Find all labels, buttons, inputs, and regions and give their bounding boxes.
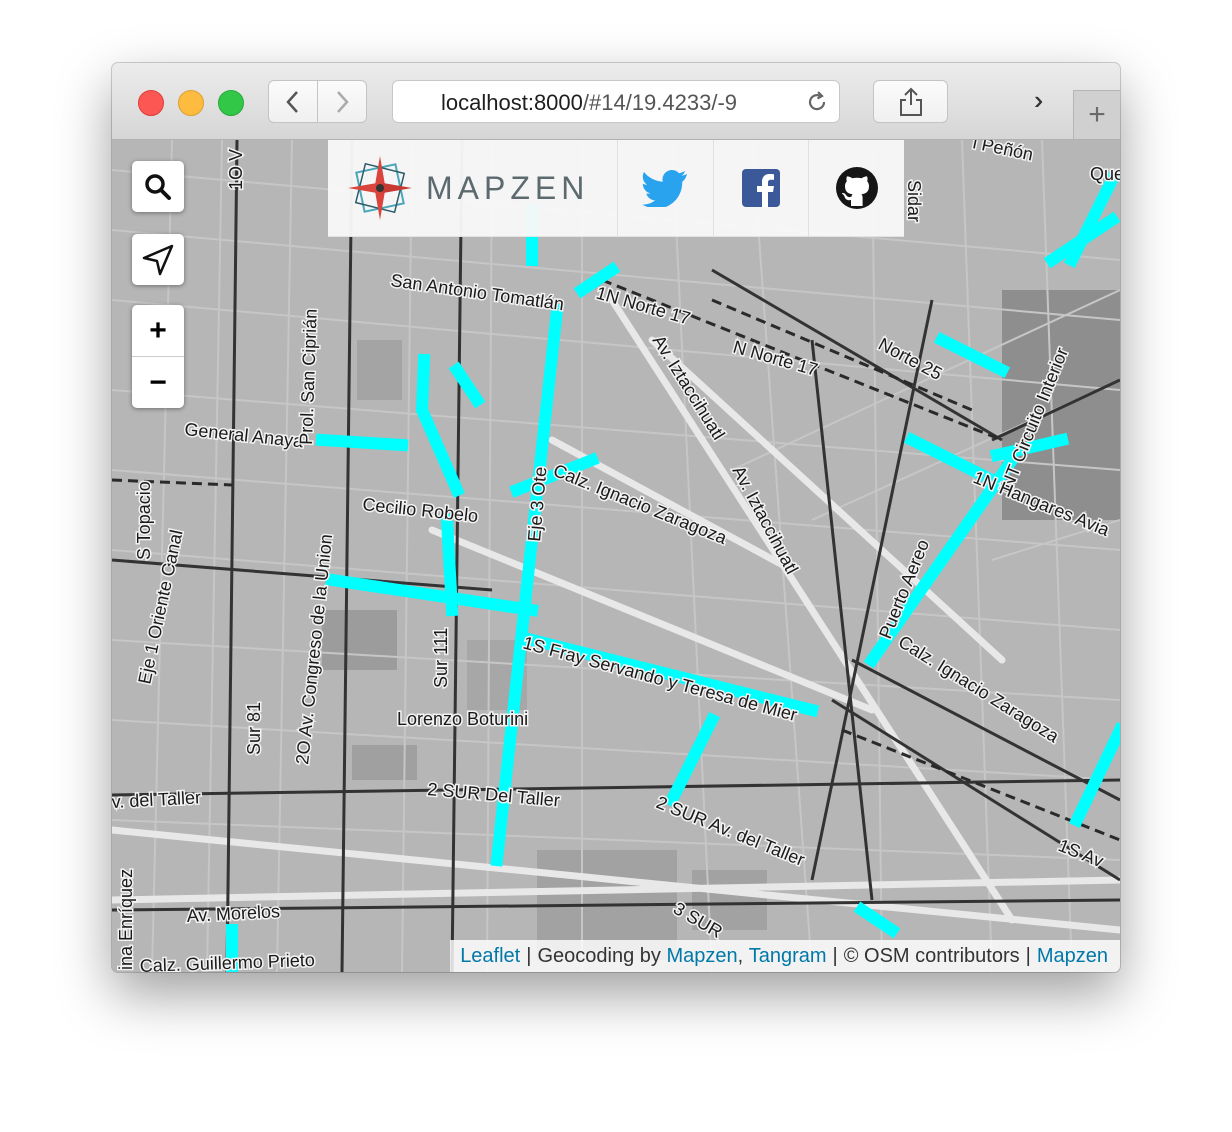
locate-button[interactable] [132,234,184,285]
twitter-icon [642,170,688,207]
reload-icon[interactable] [805,90,829,114]
map-attribution: Leaflet | Geocoding by Mapzen, Tangram |… [450,940,1120,972]
maximize-window-button[interactable] [218,90,244,116]
location-arrow-icon [142,244,174,275]
github-icon [835,167,878,209]
chevron-right-icon [337,90,349,113]
label-ov: 1O V [226,149,246,190]
label-topacio: S Topacio [134,481,154,560]
search-button[interactable] [132,161,184,212]
mapzen-logo[interactable]: MAPZEN [328,140,618,236]
url-fade [743,83,803,120]
mapzen-compass-icon [348,156,412,220]
locate-control[interactable] [132,234,184,285]
zoom-in-button[interactable]: + [132,305,184,356]
geocoding-text: Geocoding by [537,944,661,967]
overflow-chevron-icon[interactable]: ›› [1034,85,1046,116]
url-text: localhost:8000/#14/19.4233/-9 [441,90,738,115]
share-button[interactable] [873,80,948,123]
label-sur111: Sur 111 [431,628,451,688]
address-bar[interactable]: localhost:8000/#14/19.4233/-9 [392,80,840,123]
minimize-window-button[interactable] [178,90,204,116]
new-tab-button[interactable]: + [1073,90,1120,139]
attribution-separator: | [1025,944,1031,967]
facebook-icon [741,169,780,207]
attribution-separator: | [526,944,532,967]
share-icon [899,87,922,116]
mapzen-banner: MAPZEN [328,140,904,237]
chevron-left-icon [286,90,298,113]
attribution-separator: | [832,944,838,967]
browser-window: localhost:8000/#14/19.4233/-9 ›› + San A… [112,63,1120,972]
label-que: Que [1090,164,1120,184]
label-enriquez: ina Enríquez [116,869,136,970]
label-sidar: Sidar [904,180,924,222]
map-view[interactable]: San Antonio Tomatlán 1N Norte 17 N Norte… [112,140,1120,972]
label-sur81: Sur 81 [244,702,264,755]
back-button[interactable] [268,80,318,123]
tangram-link[interactable]: Tangram [749,945,827,968]
mapzen-logo-text: MAPZEN [426,169,590,206]
browser-toolbar: localhost:8000/#14/19.4233/-9 ›› + [112,63,1120,140]
map-canvas[interactable]: San Antonio Tomatlán 1N Norte 17 N Norte… [112,140,1120,972]
github-link[interactable] [809,140,904,236]
twitter-link[interactable] [618,140,714,236]
label-lorenzo: Lorenzo Boturini [397,709,528,729]
mapzen-geocoding-link[interactable]: Mapzen [666,945,737,968]
facebook-link[interactable] [714,140,810,236]
leaflet-link[interactable]: Leaflet [460,945,520,968]
forward-button[interactable] [317,80,367,123]
search-icon [145,173,171,200]
mapzen-link[interactable]: Mapzen [1037,945,1108,968]
close-window-button[interactable] [138,90,164,116]
osm-text: © OSM contributors [843,944,1020,967]
search-control[interactable] [132,161,184,212]
zoom-out-button[interactable]: − [132,357,184,408]
zoom-control[interactable]: + − [132,305,184,408]
